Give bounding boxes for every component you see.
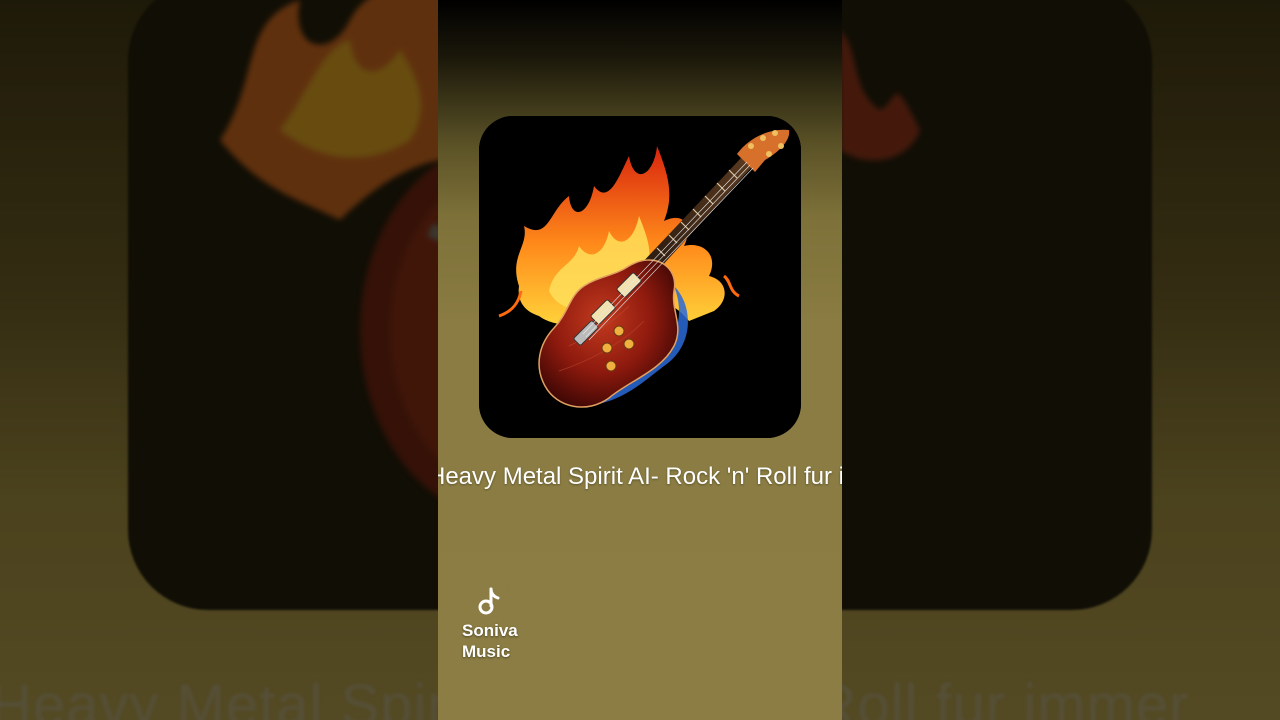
flaming-guitar-icon [479,116,801,438]
channel-name: Soniva Music [462,621,518,661]
track-title: Heavy Metal Spirit AI- Rock 'n' Roll fur… [438,461,842,493]
channel-brand[interactable]: Soniva Music [462,586,542,662]
music-note-logo-icon [478,587,500,615]
video-frame: Heavy Metal Spirit AI- Rock 'n' Roll fur… [0,0,1280,720]
track-title-text: Heavy Metal Spirit AI- Rock 'n' Roll fur… [438,463,842,490]
album-cover [479,116,801,438]
short-video-panel[interactable]: Heavy Metal Spirit AI- Rock 'n' Roll fur… [438,0,842,720]
